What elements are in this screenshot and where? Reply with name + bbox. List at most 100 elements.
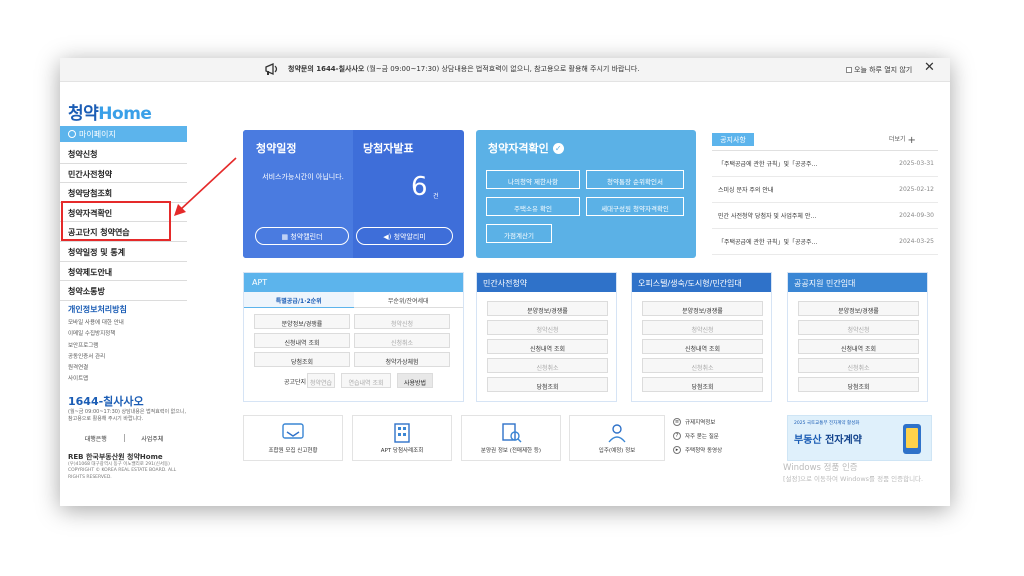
notice-list: 「주택공급에 관한 규칙」및「공공주… 2025-03-31 스미싱 문자 주의 … xyxy=(712,150,938,255)
household-eligibility-button[interactable]: 세대구성원 청약자격확인 xyxy=(586,197,684,216)
panel-history-button[interactable]: 신청내역 조회 xyxy=(487,339,608,354)
panel-sale-info-button[interactable]: 분양정보/경쟁률 xyxy=(798,301,919,316)
footer-link[interactable]: 모바일 사용에 대한 안내 xyxy=(68,318,124,329)
sidebar-item-guide[interactable]: 청약제도안내 xyxy=(60,262,187,282)
panel-winner-button[interactable]: 당첨조회 xyxy=(642,377,763,392)
apt-sale-info-button[interactable]: 분양정보/경쟁률 xyxy=(254,314,350,329)
panel-cancel-button[interactable]: 신청취소 xyxy=(798,358,919,373)
building-icon xyxy=(394,423,410,443)
banner-title: 부동산 전자계약 xyxy=(794,431,862,446)
alert-button[interactable]: ◀) 청약알리미 xyxy=(356,227,453,245)
notice-date: 2024-09-30 xyxy=(899,212,934,219)
apt-howto-button[interactable]: 사용방법 xyxy=(397,373,433,388)
panel-cancel-button[interactable]: 신청취소 xyxy=(487,358,608,373)
apt-history-button[interactable]: 신청내역 조회 xyxy=(254,333,350,348)
panel-title: 오피스텔/생숙/도시형/민간임대 xyxy=(632,273,771,292)
panel-apply-button[interactable]: 청약신청 xyxy=(487,320,608,335)
sidebar-item-pre-subscription[interactable]: 민간사전청약 xyxy=(60,164,187,184)
panel-sale-info-button[interactable]: 분양정보/경쟁률 xyxy=(642,301,763,316)
apt-winner-button[interactable]: 당첨조회 xyxy=(254,352,350,367)
contact-number: 청약문의 1644-칠사사오 xyxy=(288,65,365,73)
no-today-toggle[interactable]: 오늘 하루 열지 않기 xyxy=(846,65,912,75)
resale-info-box[interactable]: 분양권 정보 (전매제한 등) xyxy=(461,415,561,461)
faq-link[interactable]: ? 자주 묻는 질문 xyxy=(673,429,771,443)
alert-label: 청약알리미 xyxy=(393,233,426,241)
handshake-icon xyxy=(282,423,304,439)
apt-practice-button[interactable]: 청약연습 xyxy=(307,373,335,388)
notice-title: 스미싱 문자 주의 안내 xyxy=(718,187,774,194)
tab-unranked[interactable]: 무순위/잔여세대 xyxy=(353,292,463,308)
panel-winner-button[interactable]: 당첨조회 xyxy=(487,377,608,392)
sidebar-item-winner-lookup[interactable]: 청약당첨조회 xyxy=(60,183,187,203)
more-link[interactable]: 더보기 + xyxy=(889,134,916,146)
video-label: 주택청약 동영상 xyxy=(685,448,723,454)
regulation-area-link[interactable]: ≡ 규제지역정보 xyxy=(673,415,771,429)
document-icon: ≡ xyxy=(673,418,681,426)
windows-activation-title: Windows 정품 인증 xyxy=(783,463,858,473)
e-contract-banner[interactable]: 2025 국토교통부 전자계약 활성화 부동산 전자계약 xyxy=(787,415,932,461)
apt-apply-button[interactable]: 청약신청 xyxy=(354,314,450,329)
move-in-info-box[interactable]: 입주(예정) 정보 xyxy=(569,415,665,461)
house-ownership-button[interactable]: 주택소유 확인 xyxy=(486,197,580,216)
speaker-icon: ◀) xyxy=(383,233,394,241)
public-rental-panel: 공공지원 민간임대 분양정보/경쟁률 청약신청 신청내역 조회 신청취소 당첨조… xyxy=(787,272,928,402)
footer-link[interactable]: 사이트맵 xyxy=(68,374,124,385)
notice-tab[interactable]: 공지사항 xyxy=(712,133,754,146)
apt-virtual-button[interactable]: 청약가상체험 xyxy=(354,352,450,367)
sidebar-item-community[interactable]: 청약소통방 xyxy=(60,281,187,301)
reb-logo-text: REB 한국부동산원 청약Home xyxy=(68,453,163,461)
restriction-button[interactable]: 나의청약 제한사항 xyxy=(486,170,580,189)
footer-link[interactable]: 원격연결 xyxy=(68,363,124,374)
footer-link[interactable]: 보안프로그램 xyxy=(68,341,124,352)
no-today-label: 오늘 하루 열지 않기 xyxy=(854,66,913,74)
winner-count: 6 xyxy=(411,172,428,202)
notice-row[interactable]: 「주택공급에 관한 규칙」및「공공주… 2025-03-31 xyxy=(712,151,938,177)
plus-icon: + xyxy=(907,135,916,146)
score-calculator-button[interactable]: 가점계산기 xyxy=(486,224,552,243)
sidebar-item-schedule-stats[interactable]: 청약일정 및 통계 xyxy=(60,242,187,262)
notice-date: 2025-03-31 xyxy=(899,160,934,167)
tab-special-supply[interactable]: 특별공급/1·2순위 xyxy=(244,292,354,308)
agency-bank-link[interactable]: 대행은행 xyxy=(68,434,124,443)
footer-link[interactable]: 이메일 수집방지정책 xyxy=(68,329,124,340)
officetel-panel: 오피스텔/생숙/도시형/민간임대 분양정보/경쟁률 청약신청 신청내역 조회 신… xyxy=(631,272,772,402)
panel-cancel-button[interactable]: 신청취소 xyxy=(642,358,763,373)
close-icon[interactable]: ✕ xyxy=(924,61,935,75)
panel-history-button[interactable]: 신청내역 조회 xyxy=(642,339,763,354)
pre-subscription-panel: 민간사전청약 분양정보/경쟁률 청약신청 신청내역 조회 신청취소 당첨조회 xyxy=(476,272,617,402)
notice-row[interactable]: 민간 사전청약 당첨자 및 사업주체 안… 2024-09-30 xyxy=(712,203,938,229)
apt-cancel-button[interactable]: 신청취소 xyxy=(354,333,450,348)
video-link[interactable]: ▸ 주택청약 동영상 xyxy=(673,443,771,457)
apt-case-box[interactable]: APT 당첨사례조회 xyxy=(352,415,452,461)
rank-certificate-button[interactable]: 청약통장 순위확인서 xyxy=(586,170,684,189)
winner-announcement-title[interactable]: 당첨자발표 xyxy=(363,140,414,156)
panel-apply-button[interactable]: 청약신청 xyxy=(798,320,919,335)
footer-link[interactable]: 공동인증서 관리 xyxy=(68,352,124,363)
play-icon: ▸ xyxy=(673,446,681,454)
developer-link[interactable]: 사업주체 xyxy=(125,434,181,443)
copyright: (우)41068 대구광역시 동구 이노밸리로 291(신서동) COPYRIG… xyxy=(68,462,177,480)
checkbox-icon[interactable] xyxy=(846,67,852,73)
panel-history-button[interactable]: 신청내역 조회 xyxy=(798,339,919,354)
sidebar-item-apply[interactable]: 청약신청 xyxy=(60,144,187,164)
banner-subtitle: 2025 국토교통부 전자계약 활성화 xyxy=(794,421,860,426)
panel-title: 민간사전청약 xyxy=(477,273,616,292)
panel-winner-button[interactable]: 당첨조회 xyxy=(798,377,919,392)
calendar-button[interactable]: ▦ 청약캘린더 xyxy=(255,227,349,245)
more-label: 더보기 xyxy=(889,136,906,143)
notice-row[interactable]: 스미싱 문자 주의 안내 2025-02-12 xyxy=(712,177,938,203)
union-recruit-box[interactable]: 조합원 모집 신고현황 xyxy=(243,415,343,461)
apt-practice-history-button[interactable]: 연습내역 조회 xyxy=(341,373,391,388)
panel-sale-info-button[interactable]: 분양정보/경쟁률 xyxy=(487,301,608,316)
privacy-policy-link[interactable]: 개인정보처리방침 xyxy=(68,304,127,315)
mypage-label: 마이페이지 xyxy=(79,130,116,139)
notice-row[interactable]: 「주택공급에 관한 규칙」및「공공주… 2024-03-25 xyxy=(712,229,938,255)
mypage-button[interactable]: 마이페이지 xyxy=(60,126,187,142)
schedule-title[interactable]: 청약일정 xyxy=(256,140,296,156)
contact-notice: 청약문의 1644-칠사사오 (월~금 09:00~17:30) 상담내용은 법… xyxy=(288,64,640,74)
notice-date: 2025-02-12 xyxy=(899,186,934,193)
panel-apply-button[interactable]: 청약신청 xyxy=(642,320,763,335)
site-logo[interactable]: 청약Home xyxy=(68,99,152,124)
bank-links: 대행은행 사업주체 xyxy=(68,434,180,443)
union-recruit-label: 조합원 모집 신고현황 xyxy=(268,448,318,454)
